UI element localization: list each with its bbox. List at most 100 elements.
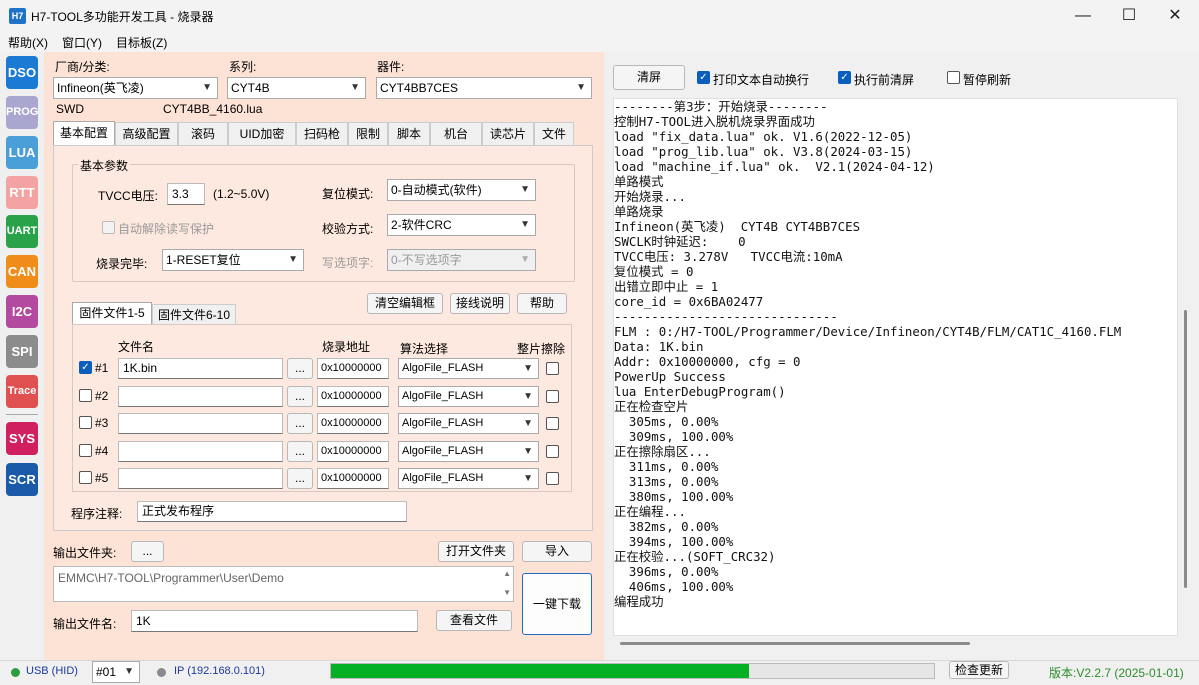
open-folder-button[interactable]: 打开文件夹	[438, 541, 514, 562]
output-filename-input[interactable]: 1K	[131, 610, 418, 632]
firmware-file-input[interactable]	[118, 441, 283, 462]
sidebar-dso-button[interactable]: DSO	[6, 56, 38, 89]
chevron-down-icon: ▼	[520, 254, 530, 265]
tab-file[interactable]: 文件	[534, 122, 574, 145]
reset-mode-select[interactable]: 0-自动模式(软件) ▼	[387, 179, 536, 201]
firmware-address-input[interactable]: 0x10000000	[317, 441, 389, 462]
menu-window[interactable]: 窗口(Y)	[62, 34, 102, 51]
firmware-address-input[interactable]: 0x10000000	[317, 386, 389, 407]
firmware-address-input[interactable]: 0x10000000	[317, 358, 389, 379]
tab-limit[interactable]: 限制	[348, 122, 388, 145]
port-select[interactable]: #01 ▼	[92, 661, 140, 683]
close-button[interactable]: ✕	[1152, 0, 1198, 31]
app-icon: H7	[9, 8, 26, 24]
firmware-address-input[interactable]: 0x10000000	[317, 413, 389, 434]
firmware-file-input[interactable]	[118, 468, 283, 489]
vendor-select[interactable]: Infineon(英飞凌) ▼	[53, 77, 218, 99]
sidebar-rtt-button[interactable]: RTT	[6, 176, 38, 209]
maximize-button[interactable]: ☐	[1106, 0, 1152, 31]
one-key-download-button[interactable]: 一键下载	[522, 573, 592, 635]
firmware-row-checkbox[interactable]	[79, 444, 92, 457]
chevron-down-icon: ▼	[523, 391, 533, 402]
firmware-algo-select[interactable]: AlgoFile_FLASH ▼	[398, 358, 539, 379]
firmware-browse-button[interactable]: ...	[287, 441, 313, 462]
firmware-algo-select[interactable]: AlgoFile_FLASH ▼	[398, 413, 539, 434]
clear-editbox-button[interactable]: 清空编辑框	[367, 293, 443, 314]
clear-before-checkbox[interactable]: ✓	[838, 71, 851, 84]
firmware-erase-checkbox[interactable]	[546, 445, 559, 458]
series-select[interactable]: CYT4B ▼	[227, 77, 366, 99]
firmware-browse-button[interactable]: ...	[287, 468, 313, 489]
output-path-text: EMMC\H7-TOOL\Programmer\User\Demo	[58, 571, 284, 585]
tab-basic[interactable]: 基本配置	[53, 121, 115, 145]
log-vertical-scrollbar[interactable]	[1184, 310, 1187, 588]
sidebar-trace-button[interactable]: Trace	[6, 375, 38, 408]
part-select[interactable]: CYT4BB7CES ▼	[376, 77, 592, 99]
clear-log-button[interactable]: 清屏	[613, 65, 685, 90]
firmware-erase-checkbox[interactable]	[546, 417, 559, 430]
title-bar: H7 H7-TOOL多功能开发工具 - 烧录器 — ☐ ✕	[0, 0, 1199, 31]
firmware-algo-select[interactable]: AlgoFile_FLASH ▼	[398, 441, 539, 462]
firmware-address-input[interactable]: 0x10000000	[317, 468, 389, 489]
sidebar-sys-button[interactable]: SYS	[6, 422, 38, 455]
firmware-row-checkbox[interactable]: ✓	[79, 361, 92, 374]
auto-wrap-checkbox[interactable]: ✓	[697, 71, 710, 84]
sidebar-spi-button[interactable]: SPI	[6, 335, 38, 368]
firmware-browse-button[interactable]: ...	[287, 386, 313, 407]
tab-firmware-6-10[interactable]: 固件文件6-10	[152, 304, 236, 324]
write-option-select[interactable]: 0-不写选项字 ▼	[387, 249, 536, 271]
firmware-algo-select[interactable]: AlgoFile_FLASH ▼	[398, 468, 539, 489]
tab-uid-encrypt[interactable]: UID加密	[228, 122, 296, 145]
scroll-up-icon[interactable]: ▲	[503, 569, 511, 578]
log-console[interactable]: --------第3步：开始烧录-------- 控制H7-TOOL进入脱机烧录界…	[613, 98, 1178, 636]
firmware-browse-button[interactable]: ...	[287, 413, 313, 434]
tab-machine[interactable]: 机台	[430, 122, 482, 145]
verify-select[interactable]: 2-软件CRC ▼	[387, 214, 536, 236]
output-path-box[interactable]: EMMC\H7-TOOL\Programmer\User\Demo ▲ ▼	[53, 566, 514, 602]
sidebar-can-button[interactable]: CAN	[6, 255, 38, 288]
verify-label: 校验方式:	[322, 222, 374, 236]
after-program-label: 烧录完毕:	[96, 257, 148, 271]
check-update-button[interactable]: 检查更新	[949, 661, 1009, 679]
firmware-row-checkbox[interactable]	[79, 471, 92, 484]
help-button[interactable]: 帮助	[517, 293, 567, 314]
pause-refresh-checkbox[interactable]	[947, 71, 960, 84]
tab-rolling-code[interactable]: 滚码	[178, 122, 228, 145]
sidebar-prog-button[interactable]: PROG	[6, 96, 38, 129]
chevron-down-icon: ▼	[523, 363, 533, 374]
firmware-erase-checkbox[interactable]	[546, 362, 559, 375]
tab-scanner[interactable]: 扫码枪	[296, 122, 348, 145]
sidebar-uart-button[interactable]: UART	[6, 215, 38, 248]
import-button[interactable]: 导入	[522, 541, 592, 562]
firmware-browse-button[interactable]: ...	[287, 358, 313, 379]
version-text: 版本:V2.2.7 (2025-01-01)	[1049, 666, 1184, 680]
wiring-help-button[interactable]: 接线说明	[450, 293, 510, 314]
output-folder-browse-button[interactable]: ...	[131, 541, 164, 562]
firmware-file-input[interactable]	[118, 386, 283, 407]
log-horizontal-scrollbar[interactable]	[620, 642, 970, 645]
firmware-erase-checkbox[interactable]	[546, 472, 559, 485]
comment-label: 程序注释:	[71, 507, 123, 521]
sidebar-lua-button[interactable]: LUA	[6, 136, 38, 169]
firmware-erase-checkbox[interactable]	[546, 390, 559, 403]
menu-help[interactable]: 帮助(X)	[8, 34, 48, 51]
after-program-select[interactable]: 1-RESET复位 ▼	[162, 249, 304, 271]
menu-target[interactable]: 目标板(Z)	[116, 34, 167, 51]
sidebar-i2c-button[interactable]: I2C	[6, 295, 38, 328]
firmware-file-input[interactable]: 1K.bin	[118, 358, 283, 379]
minimize-button[interactable]: —	[1060, 0, 1106, 31]
scroll-down-icon[interactable]: ▼	[503, 588, 511, 597]
firmware-row-checkbox[interactable]	[79, 416, 92, 429]
firmware-file-input[interactable]	[118, 413, 283, 434]
tvcc-input[interactable]: 3.3	[167, 183, 205, 205]
tab-read-chip[interactable]: 读芯片	[482, 122, 534, 145]
tab-script[interactable]: 脚本	[388, 122, 430, 145]
comment-input[interactable]: 正式发布程序	[137, 501, 407, 522]
firmware-row-checkbox[interactable]	[79, 389, 92, 402]
auto-unprotect-checkbox[interactable]	[102, 221, 115, 234]
view-file-button[interactable]: 查看文件	[436, 610, 512, 631]
sidebar-scr-button[interactable]: SCR	[6, 463, 38, 496]
tab-advanced[interactable]: 高级配置	[115, 122, 178, 145]
tab-firmware-1-5[interactable]: 固件文件1-5	[72, 302, 152, 324]
firmware-algo-select[interactable]: AlgoFile_FLASH ▼	[398, 386, 539, 407]
